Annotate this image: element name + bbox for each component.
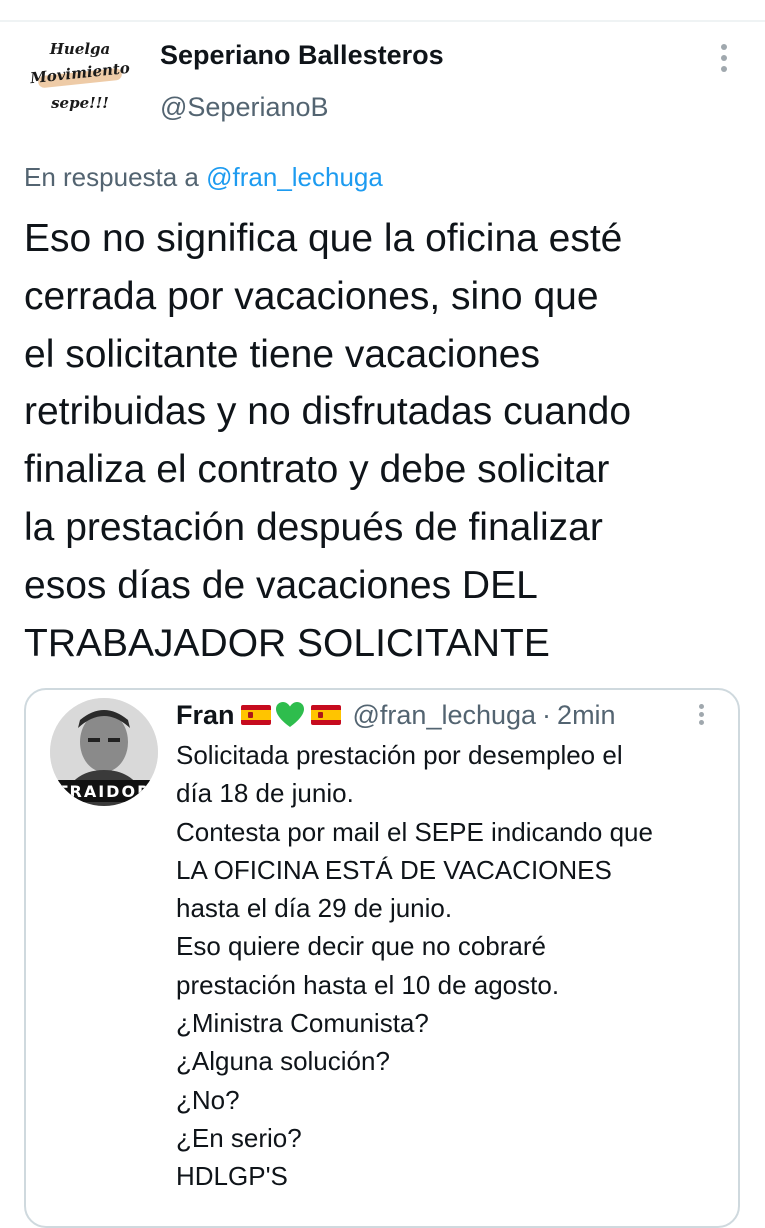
author-handle[interactable]: @SeperianoB: [160, 92, 329, 123]
author-display-name[interactable]: Seperiano Ballesteros: [160, 40, 444, 71]
tweet-text-line: el solicitante tiene vacaciones: [24, 332, 540, 376]
quoted-author-avatar[interactable]: TRAIDOR: [50, 698, 158, 806]
quoted-author-handle[interactable]: @fran_lechuga: [353, 700, 537, 731]
tweet-text-line: esos días de vacaciones DEL: [24, 563, 538, 607]
spain-flag-icon: [240, 705, 271, 725]
tweet-text-line: retribuidas y no disfrutadas cuando: [24, 390, 632, 434]
quoted-tweet-text: Solicitada prestación por desempleo el d…: [176, 736, 726, 1196]
quoted-text-line: Solicitada prestación por desempleo el: [176, 740, 623, 770]
quoted-more-options-icon[interactable]: [692, 700, 712, 730]
avatar-banner-text: TRAIDOR: [56, 782, 152, 801]
header-separator: ·: [542, 699, 552, 730]
quoted-tweet-card[interactable]: TRAIDOR Fran @fran_lechuga · 2min Solici…: [24, 688, 740, 1228]
spain-flag-icon: [310, 705, 341, 725]
tweet-text-line: TRABAJADOR SOLICITANTE: [24, 621, 550, 665]
reply-context: En respuesta a @fran_lechuga: [24, 162, 383, 193]
reply-prefix: En respuesta a: [24, 162, 199, 192]
tweet-text: Eso no significa que la oficina esté cer…: [24, 210, 744, 672]
avatar-text-line: sepe!!!: [51, 94, 109, 112]
quoted-tweet-time[interactable]: 2min: [557, 700, 616, 731]
quoted-text-line: ¿Ministra Comunista?: [176, 1008, 429, 1039]
tweet-text-line: cerrada por vacaciones, sino que: [24, 274, 599, 318]
quoted-text-line: prestación hasta el 10 de agosto.: [176, 969, 560, 1000]
quoted-text-line: HDLGP'S: [176, 1161, 288, 1192]
tweet-text-line: finaliza el contrato y debe solicitar: [24, 448, 610, 492]
quoted-text-line: hasta el día 29 de junio.: [176, 893, 453, 924]
quoted-tweet-header: Fran @fran_lechuga · 2min: [176, 698, 616, 732]
quoted-author-name[interactable]: Fran: [176, 700, 235, 731]
more-options-icon[interactable]: [712, 40, 736, 76]
avatar-text-line: Huelga: [49, 40, 111, 58]
author-avatar[interactable]: Huelga Movimiento sepe!!!: [24, 36, 136, 132]
top-divider: [0, 20, 765, 22]
quoted-text-line: ¿No?: [176, 1084, 240, 1115]
reply-target-link[interactable]: @fran_lechuga: [206, 162, 383, 192]
quoted-text-line: LA OFICINA ESTÁ DE VACACIONES: [176, 854, 612, 885]
quoted-text-line: Contesta por mail el SEPE indicando que: [176, 816, 653, 847]
quoted-text-line: Eso quiere decir que no cobraré: [176, 931, 547, 962]
quoted-text-line: día 18 de junio.: [176, 778, 354, 809]
green-heart-icon: [275, 702, 304, 727]
quoted-text-line: ¿En serio?: [176, 1122, 302, 1153]
quoted-text-line: ¿Alguna solución?: [176, 1046, 390, 1077]
tweet-text-line: Eso no significa que la oficina esté: [24, 217, 623, 260]
tweet-text-line: la prestación después de finalizar: [24, 505, 603, 549]
